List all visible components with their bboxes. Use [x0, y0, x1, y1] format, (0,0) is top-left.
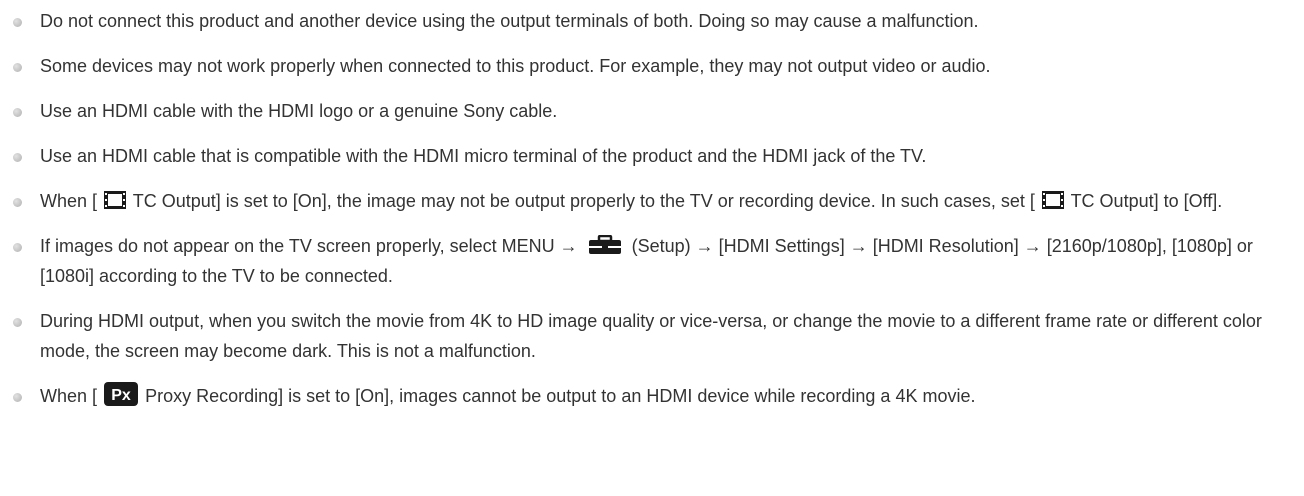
note-item: When [ TC Output] is set to [On], the im…: [0, 186, 1304, 216]
bullet-icon: [13, 18, 22, 27]
note-text-part: TC Output] to [Off].: [1070, 191, 1223, 211]
note-item: Do not connect this product and another …: [0, 6, 1304, 36]
toolbox-icon: [588, 235, 621, 254]
bullet-icon: [13, 108, 22, 117]
note-item: Use an HDMI cable that is compatible wit…: [0, 141, 1304, 171]
note-text-part: If images do not appear on the TV screen…: [40, 236, 578, 256]
note-item: During HDMI output, when you switch the …: [0, 306, 1304, 366]
note-text: Some devices may not work properly when …: [40, 56, 991, 76]
notes-list: Do not connect this product and another …: [0, 6, 1304, 426]
bullet-icon: [13, 243, 22, 252]
bullet-icon: [13, 153, 22, 162]
bullet-icon: [13, 63, 22, 72]
bullet-icon: [13, 318, 22, 327]
note-text-part: TC Output] is set to [On], the image may…: [132, 191, 1035, 211]
note-text: Use an HDMI cable with the HDMI logo or …: [40, 101, 558, 121]
bullet-icon: [13, 198, 22, 207]
note-text-part: When [: [40, 191, 98, 211]
note-item: When [ Px Proxy Recording] is set to [On…: [0, 381, 1304, 411]
movie-frame-icon: [1041, 191, 1064, 209]
note-text-part: When [: [40, 386, 98, 406]
note-text-part: Proxy Recording] is set to [On], images …: [145, 386, 976, 406]
movie-frame-icon: [104, 191, 127, 209]
note-item: Use an HDMI cable with the HDMI logo or …: [0, 96, 1304, 126]
note-item: Some devices may not work properly when …: [0, 51, 1304, 81]
note-text: Do not connect this product and another …: [40, 11, 979, 31]
px-badge-icon: Px: [104, 382, 139, 406]
bullet-icon: [13, 393, 22, 402]
note-item: If images do not appear on the TV screen…: [0, 231, 1304, 291]
note-text: Use an HDMI cable that is compatible wit…: [40, 146, 927, 166]
note-text: During HDMI output, when you switch the …: [40, 311, 1262, 361]
px-badge-label: Px: [111, 387, 131, 404]
